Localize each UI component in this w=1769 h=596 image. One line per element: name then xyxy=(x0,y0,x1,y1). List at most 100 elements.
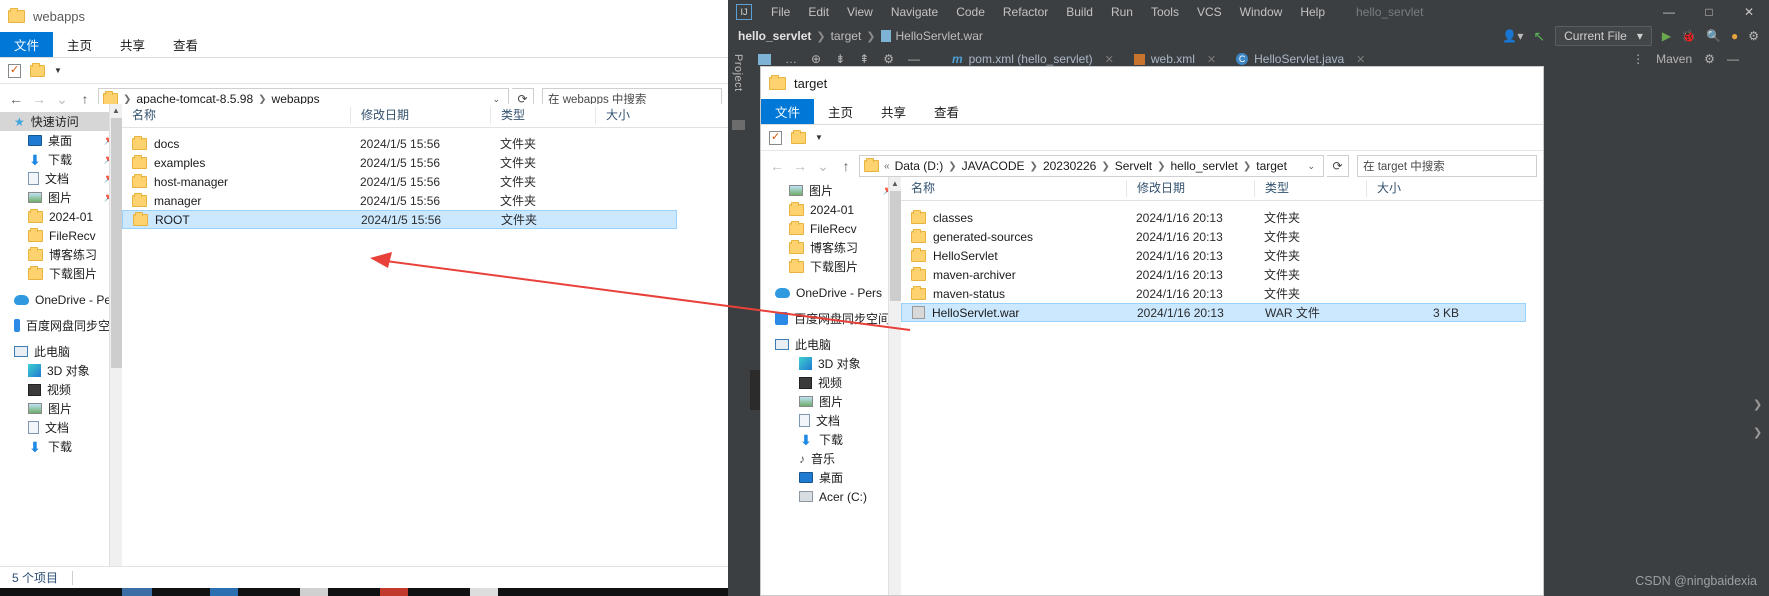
settings-gear-icon[interactable]: ⚙ xyxy=(883,52,894,66)
idea-breadcrumb-project[interactable]: hello_servlet xyxy=(738,29,811,43)
project-view-icon[interactable] xyxy=(758,53,771,65)
scroll-up-icon[interactable]: ▲ xyxy=(889,177,901,190)
menu-run[interactable]: Run xyxy=(1102,5,1142,19)
close-button[interactable]: ✕ xyxy=(1729,5,1769,19)
explorer-window-webapps[interactable]: webapps 文件 主页 共享 查看 ▼ ← → ⌄ ↑ ❯ apache-t… xyxy=(0,0,728,588)
breadcrumb-servelt[interactable]: Servelt xyxy=(1115,159,1152,173)
taskbar-item[interactable] xyxy=(470,588,498,596)
editor-tab-overflow-icon[interactable]: ⋮ xyxy=(1632,52,1644,66)
table-row[interactable]: maven-archiver 2024/1/16 20:13 文件夹 xyxy=(901,265,1543,284)
ribbon-tab-share[interactable]: 共享 xyxy=(106,32,159,57)
explorer2-ribbon[interactable]: 文件 主页 共享 查看 xyxy=(761,99,1543,125)
scrollbar-thumb[interactable] xyxy=(111,118,122,368)
nav-this-pc[interactable]: 此电脑 xyxy=(0,342,122,361)
chevron-down-icon[interactable]: ▼ xyxy=(815,133,823,142)
nav-downloads-pc[interactable]: ⬇ 下载 xyxy=(761,430,901,449)
window-controls[interactable]: — □ ✕ xyxy=(1649,5,1769,19)
table-row[interactable]: docs 2024/1/5 15:56 文件夹 xyxy=(122,134,728,153)
nav-folder-2024-01[interactable]: 2024-01 xyxy=(761,200,901,219)
project-toolwindow-label[interactable]: Project xyxy=(732,54,744,92)
close-icon[interactable]: ✕ xyxy=(1207,53,1216,66)
ribbon-tab-view[interactable]: 查看 xyxy=(159,32,212,57)
expand-right-icon-2[interactable]: ❯ xyxy=(1753,426,1762,439)
menu-refactor[interactable]: Refactor xyxy=(994,5,1057,19)
scroll-up-icon[interactable]: ▲ xyxy=(110,104,122,117)
nav-pictures[interactable]: 图片 📌 xyxy=(0,188,122,207)
menu-vcs[interactable]: VCS xyxy=(1188,5,1231,19)
nav-documents-pc[interactable]: 文档 xyxy=(761,411,901,430)
nav-3d-objects[interactable]: 3D 对象 xyxy=(761,354,901,373)
menu-tools[interactable]: Tools xyxy=(1142,5,1188,19)
address-dropdown-icon[interactable]: ⌄ xyxy=(488,94,504,105)
up-button[interactable]: ↑ xyxy=(836,156,856,176)
table-row[interactable]: host-manager 2024/1/5 15:56 文件夹 xyxy=(122,172,728,191)
expand-all-icon[interactable]: ⇟ xyxy=(835,52,845,66)
menu-navigate[interactable]: Navigate xyxy=(882,5,947,19)
settings-gear-icon[interactable]: ⚙ xyxy=(1748,29,1759,43)
ribbon-tab-file[interactable]: 文件 xyxy=(0,32,54,57)
minimize-button[interactable]: — xyxy=(1649,5,1689,19)
idea-breadcrumb-target[interactable]: target xyxy=(831,29,862,43)
nav-onedrive[interactable]: OneDrive - Pers xyxy=(761,283,901,302)
table-row[interactable]: generated-sources 2024/1/16 20:13 文件夹 xyxy=(901,227,1543,246)
column-name[interactable]: 名称 xyxy=(122,107,350,124)
explorer2-file-list[interactable]: 名称 修改日期 类型 大小 classes 2024/1/16 20:13 文件… xyxy=(901,177,1543,595)
nav-desktop-pc[interactable]: 桌面 xyxy=(761,468,901,487)
chevron-down-icon[interactable]: ▾ xyxy=(1637,29,1643,43)
menu-edit[interactable]: Edit xyxy=(799,5,838,19)
nav-pictures[interactable]: 图片 📌 xyxy=(761,181,901,200)
idea-breadcrumb-war[interactable]: HelloServlet.war xyxy=(896,29,983,43)
notifications-icon[interactable]: ● xyxy=(1731,29,1738,43)
table-row[interactable]: manager 2024/1/5 15:56 文件夹 xyxy=(122,191,728,210)
locate-file-icon[interactable]: ⊕ xyxy=(811,52,821,66)
nav-baidu-netdisk[interactable]: 百度网盘同步空间 xyxy=(761,309,901,328)
update-project-icon[interactable]: ↖ xyxy=(1533,28,1545,45)
menu-file[interactable]: File xyxy=(762,5,799,19)
explorer2-navigation-pane[interactable]: 图片 📌 2024-01 FileRecv 博客练习 下载图片 xyxy=(761,177,901,595)
maximize-button[interactable]: □ xyxy=(1689,5,1729,19)
explorer2-quick-access-toolbar[interactable]: ▼ xyxy=(761,125,1543,151)
menu-code[interactable]: Code xyxy=(947,5,994,19)
breadcrumb-javacode[interactable]: JAVACODE xyxy=(962,159,1025,173)
column-type[interactable]: 类型 xyxy=(490,107,595,124)
windows-taskbar[interactable] xyxy=(0,588,728,596)
nav-pictures-pc[interactable]: 图片 xyxy=(0,399,122,418)
search-icon[interactable]: 🔍 xyxy=(1706,29,1721,43)
close-icon[interactable]: ✕ xyxy=(1105,53,1114,66)
explorer2-column-headers[interactable]: 名称 修改日期 类型 大小 xyxy=(901,177,1543,201)
menu-view[interactable]: View xyxy=(838,5,882,19)
explorer1-column-headers[interactable]: 名称 修改日期 类型 大小 xyxy=(122,104,728,128)
nav-folder-blog-practice[interactable]: 博客练习 xyxy=(0,245,122,264)
nav-folder-download-pics[interactable]: 下载图片 xyxy=(0,264,122,283)
nav-drive-c[interactable]: Acer (C:) xyxy=(761,487,901,506)
search-input[interactable]: 在 target 中搜索 xyxy=(1357,155,1537,177)
properties-icon[interactable] xyxy=(8,63,21,78)
back-button[interactable]: ← xyxy=(767,156,787,176)
recent-locations-button[interactable]: ⌄ xyxy=(813,156,833,176)
nav-music[interactable]: ♪ 音乐 xyxy=(761,449,901,468)
hide-toolwindow-icon[interactable]: — xyxy=(908,52,920,66)
breadcrumb-20230226[interactable]: 20230226 xyxy=(1043,159,1096,173)
ribbon-tab-view[interactable]: 查看 xyxy=(920,99,973,124)
nav-documents-pc[interactable]: 文档 xyxy=(0,418,122,437)
taskbar-item[interactable] xyxy=(300,588,328,596)
ribbon-tab-share[interactable]: 共享 xyxy=(867,99,920,124)
nav-this-pc[interactable]: 此电脑 xyxy=(761,335,901,354)
nav-desktop[interactable]: 桌面 📌 xyxy=(0,131,122,150)
run-icon[interactable]: ▶ xyxy=(1662,29,1671,43)
maven-toolwindow-label[interactable]: Maven xyxy=(1656,52,1692,66)
breadcrumb-target[interactable]: target xyxy=(1256,159,1287,173)
idea-project-tool-strip[interactable]: Project xyxy=(728,48,750,596)
explorer-window-target[interactable]: target 文件 主页 共享 查看 ▼ ← → ⌄ ↑ « Data (D:)… xyxy=(760,66,1544,596)
nav-downloads[interactable]: ⬇ 下载 📌 xyxy=(0,150,122,169)
menu-help[interactable]: Help xyxy=(1291,5,1334,19)
breadcrumb-hello-servlet[interactable]: hello_servlet xyxy=(1170,159,1237,173)
table-row[interactable]: classes 2024/1/16 20:13 文件夹 xyxy=(901,208,1543,227)
nav-pictures-pc[interactable]: 图片 xyxy=(761,392,901,411)
run-configuration-selector[interactable]: Current File ▾ xyxy=(1555,26,1652,46)
user-account-icon[interactable]: 👤▾ xyxy=(1502,29,1523,43)
ribbon-tab-file[interactable]: 文件 xyxy=(761,99,815,124)
nav-videos[interactable]: 视频 xyxy=(0,380,122,399)
expand-right-icon[interactable]: ❯ xyxy=(1753,398,1762,411)
table-row-selected-war[interactable]: HelloServlet.war 2024/1/16 20:13 WAR 文件 … xyxy=(901,303,1526,322)
